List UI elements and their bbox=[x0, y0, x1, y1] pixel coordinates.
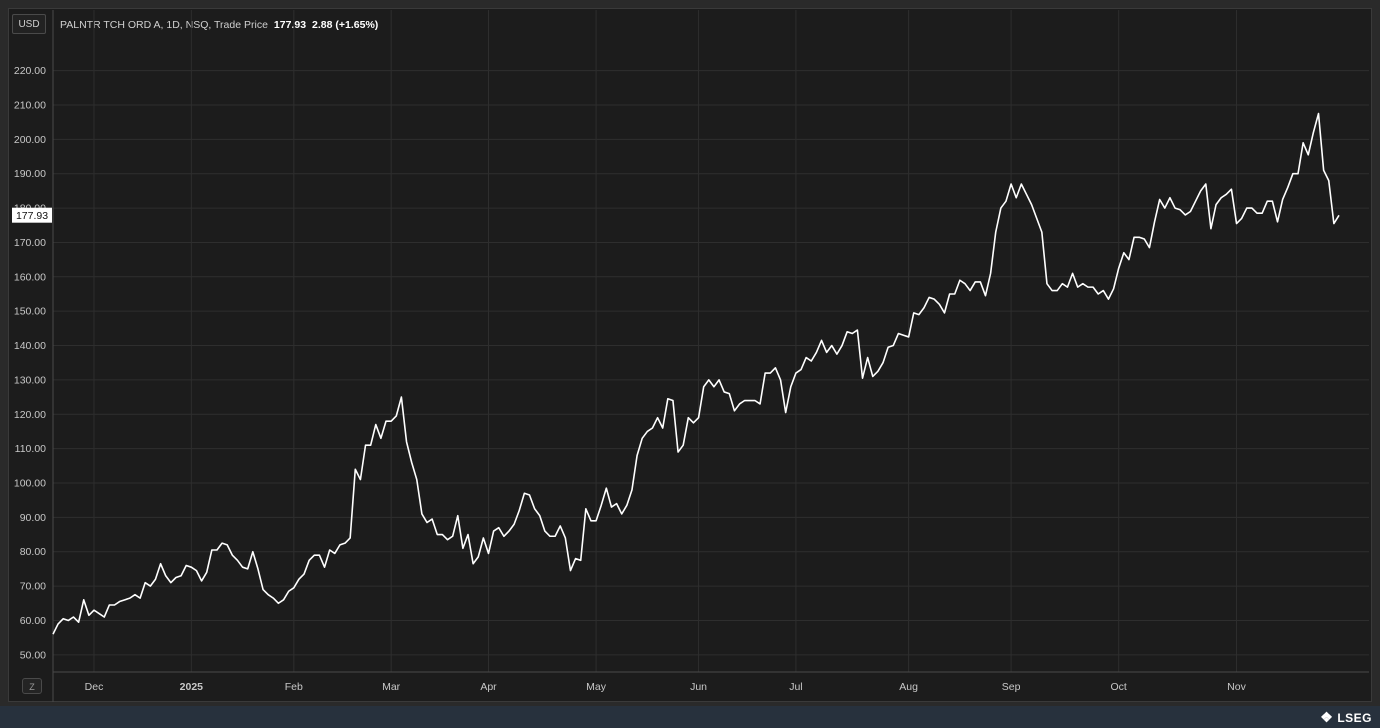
brand-label: LSEG bbox=[1337, 710, 1372, 725]
instrument-name: PALNTR TCH ORD A, 1D, NSQ, Trade Price bbox=[60, 19, 268, 31]
last-price: 177.93 bbox=[273, 19, 307, 31]
zoom-reset-button[interactable]: Z bbox=[22, 678, 42, 694]
chart-panel bbox=[8, 8, 1372, 702]
lseg-lion-icon: ❖ bbox=[1320, 709, 1334, 725]
instrument-title: PALNTR TCH ORD A, 1D, NSQ, Trade Price 17… bbox=[60, 19, 378, 31]
currency-button[interactable]: USD bbox=[12, 14, 46, 34]
lseg-logo: ❖ LSEG bbox=[1320, 709, 1372, 726]
footer-bar bbox=[0, 706, 1380, 728]
price-change: 2.88 (+1.65%) bbox=[312, 19, 379, 31]
